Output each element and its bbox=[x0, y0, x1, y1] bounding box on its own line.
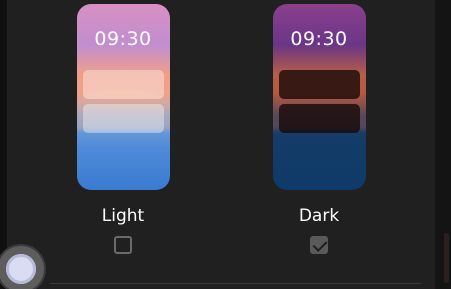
appearance-option-light[interactable]: 09:30 Light bbox=[53, 0, 193, 254]
preview-card bbox=[278, 104, 360, 133]
preview-card bbox=[82, 104, 164, 133]
dark-checkbox[interactable] bbox=[310, 236, 328, 254]
assistive-touch-icon bbox=[6, 254, 36, 284]
dark-preview[interactable]: 09:30 bbox=[272, 4, 366, 190]
right-edge bbox=[435, 0, 451, 289]
preview-card bbox=[82, 70, 164, 99]
dark-label: Dark bbox=[298, 206, 340, 226]
appearance-screen: 09:30 Light 09:30 Dark bbox=[0, 0, 451, 289]
light-preview[interactable]: 09:30 bbox=[76, 4, 170, 190]
divider bbox=[50, 283, 421, 284]
light-label: Light bbox=[101, 206, 145, 226]
appearance-option-dark[interactable]: 09:30 Dark bbox=[249, 0, 389, 254]
light-checkbox[interactable] bbox=[114, 236, 132, 254]
preview-clock: 09:30 bbox=[290, 28, 348, 50]
check-icon bbox=[312, 237, 328, 252]
assistive-touch-button[interactable] bbox=[0, 246, 44, 289]
preview-clock: 09:30 bbox=[94, 28, 152, 50]
preview-card bbox=[278, 70, 360, 99]
left-edge bbox=[0, 0, 7, 289]
